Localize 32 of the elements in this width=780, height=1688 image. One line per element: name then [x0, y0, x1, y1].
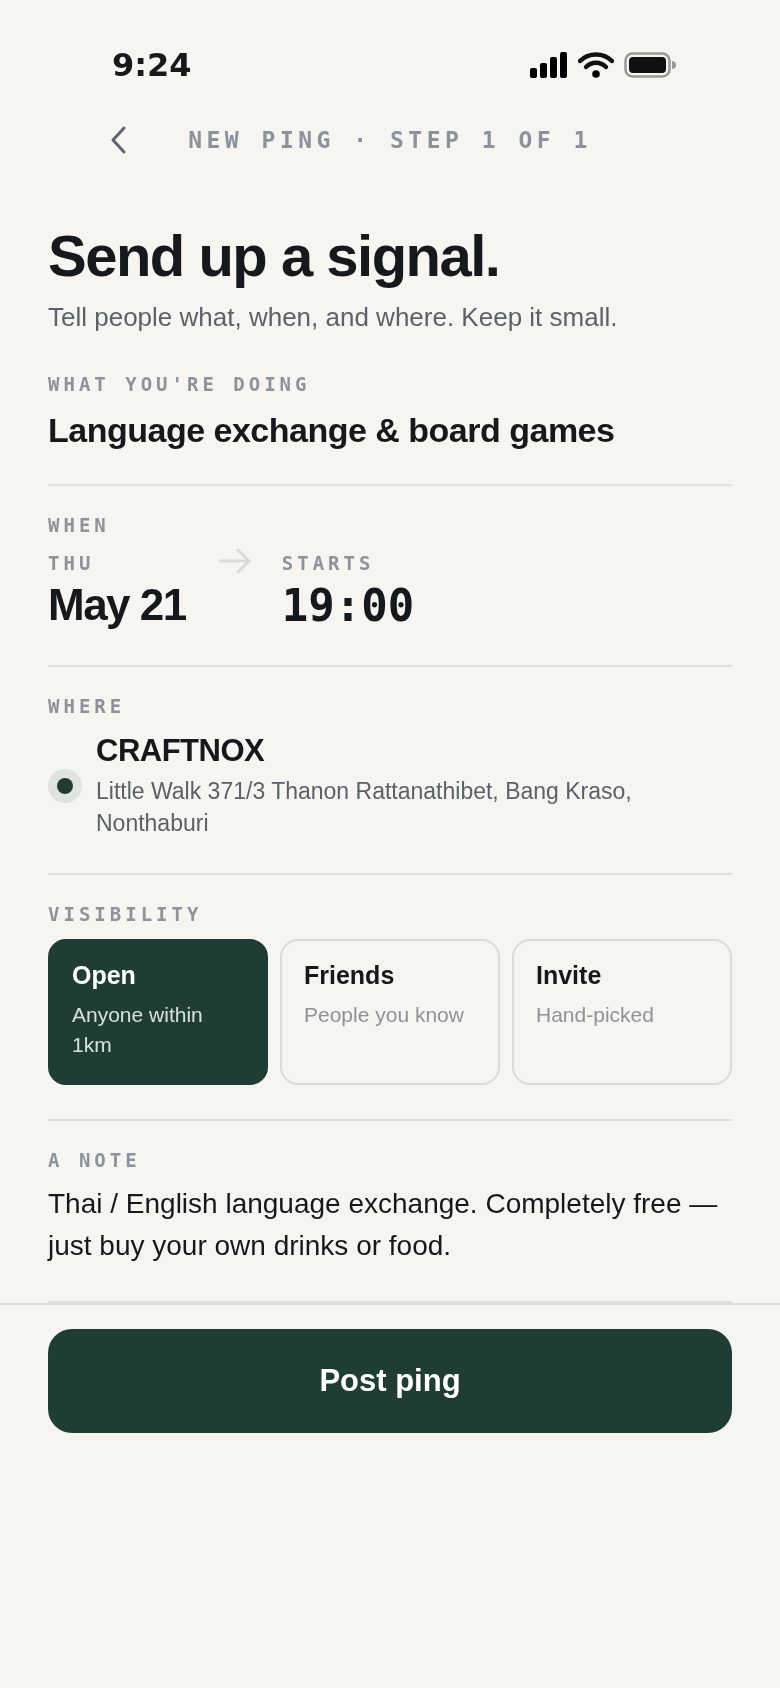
- location-dot-icon: [48, 768, 82, 803]
- option-description: People you know: [304, 1001, 464, 1028]
- time-value[interactable]: 19:00: [281, 579, 415, 631]
- option-title: Invite: [536, 960, 602, 990]
- section-label: WHAT YOU'RE DOING: [48, 372, 311, 395]
- status-time: 9:24: [112, 46, 192, 84]
- option-title: Open: [72, 960, 136, 990]
- page-subtitle: Tell people what, when, and where. Keep it small.: [48, 301, 619, 333]
- battery-icon: [624, 52, 676, 78]
- activity-field[interactable]: Language exchange & board games: [48, 410, 615, 449]
- visibility-option[interactable]: Invite Hand-picked: [512, 938, 732, 1085]
- visibility-option[interactable]: Open Anyone within 1km: [48, 938, 268, 1085]
- signal-icon: [530, 52, 568, 78]
- day-label: THU: [48, 551, 96, 574]
- section-label: A NOTE: [48, 1148, 141, 1171]
- place-address: Little Walk 371/3 Thanon Rattanathibet, Bang Kraso, Nonthaburi: [96, 776, 633, 838]
- starts-label: STARTS: [281, 551, 376, 574]
- date-value[interactable]: May 21: [48, 579, 186, 630]
- wifi-icon: [578, 52, 614, 78]
- note-text: Thai / English language exchange. Completely free — just buy your own drinks or food.: [48, 1186, 719, 1263]
- section-label: WHEN: [48, 513, 110, 536]
- option-title: Friends: [304, 960, 395, 990]
- page-heading: Send up a signal.: [48, 224, 501, 288]
- visibility-option[interactable]: Friends People you know: [280, 938, 500, 1085]
- option-description: Hand-picked: [536, 1001, 654, 1028]
- option-description: Anyone within 1km: [72, 1001, 204, 1058]
- step-title: NEW PING · STEP 1 OF 1: [188, 127, 592, 153]
- section-label: VISIBILITY: [48, 902, 203, 925]
- section-label: WHERE: [48, 694, 126, 717]
- post-button[interactable]: Post ping: [48, 1328, 732, 1433]
- arrow-icon: [217, 547, 252, 574]
- place-name: CRAFTNOX: [96, 732, 266, 769]
